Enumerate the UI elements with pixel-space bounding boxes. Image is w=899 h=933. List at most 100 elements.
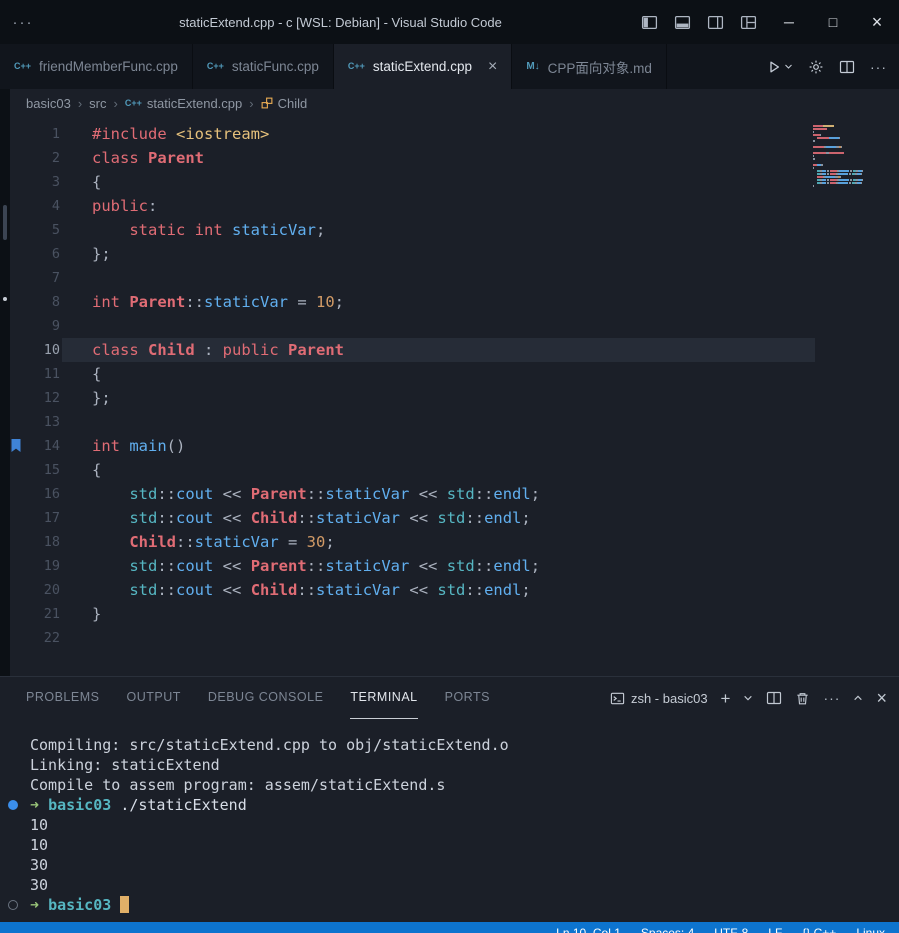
terminal-output-line: Linking: staticExtend — [30, 755, 899, 775]
code-line[interactable]: 7 — [0, 266, 899, 290]
more-actions-icon[interactable]: ··· — [823, 691, 840, 705]
code-line[interactable]: 18 Child::staticVar = 30; — [0, 530, 899, 554]
code-text: int main() — [62, 434, 185, 458]
editor-tab[interactable]: C++ friendMemberFunc.cpp — [0, 44, 193, 89]
code-text: } — [62, 602, 101, 626]
split-terminal-icon[interactable] — [766, 690, 782, 706]
panel-tab-terminal[interactable]: TERMINAL — [350, 677, 417, 719]
panel-tab-ports[interactable]: PORTS — [445, 677, 490, 719]
split-editor-icon[interactable] — [839, 59, 855, 75]
terminal-text: 10 — [30, 836, 48, 854]
code-line[interactable]: 11{ — [0, 362, 899, 386]
panel-tab-output[interactable]: OUTPUT — [126, 677, 180, 719]
tab-label: friendMemberFunc.cpp — [39, 59, 178, 74]
terminal-text: Compiling: src/staticExtend.cpp to obj/s… — [30, 736, 509, 754]
line-number: 14 — [44, 438, 60, 454]
settings-gear-icon[interactable] — [808, 59, 824, 75]
terminal-output-line: 30 — [30, 855, 899, 875]
breadcrumb-item[interactable]: basic03 — [26, 96, 71, 111]
status-item[interactable]: LF — [768, 922, 782, 933]
code-line[interactable]: 9 — [0, 314, 899, 338]
cpp-file-icon: C++ — [14, 62, 31, 71]
line-number: 15 — [44, 462, 60, 478]
toggle-primary-sidebar-icon[interactable] — [641, 14, 658, 31]
minimap[interactable] — [813, 125, 873, 191]
code-line[interactable]: 14int main() — [0, 434, 899, 458]
maximize-button[interactable]: □ — [811, 0, 855, 44]
more-actions-icon[interactable]: ··· — [870, 60, 887, 74]
breadcrumb-item[interactable]: src — [89, 96, 106, 111]
terminal-output-line: Compile to assem program: assem/staticEx… — [30, 775, 899, 795]
code-line[interactable]: 6}; — [0, 242, 899, 266]
terminal-content[interactable]: Compiling: src/staticExtend.cpp to obj/s… — [0, 719, 899, 915]
panel-tab-problems[interactable]: PROBLEMS — [26, 677, 99, 719]
line-number: 16 — [44, 486, 60, 502]
status-item[interactable]: UTF-8 — [714, 922, 748, 933]
code-line[interactable]: 3{ — [0, 170, 899, 194]
terminal-prompt-line: ➜ basic03 ./staticExtend — [30, 795, 899, 815]
code-line[interactable]: 5 static int staticVar; — [0, 218, 899, 242]
line-number: 13 — [44, 414, 60, 430]
close-tab-icon[interactable]: × — [488, 59, 497, 75]
layout-controls — [641, 14, 757, 31]
code-line[interactable]: 12}; — [0, 386, 899, 410]
code-line[interactable]: 8int Parent::staticVar = 10; — [0, 290, 899, 314]
editor-tab-bar: C++friendMemberFunc.cppC++staticFunc.cpp… — [0, 44, 899, 89]
close-window-button[interactable]: × — [855, 0, 899, 44]
breadcrumb-item[interactable]: C++staticExtend.cpp — [125, 96, 242, 111]
kill-terminal-icon[interactable] — [795, 691, 810, 706]
code-text — [62, 314, 92, 338]
toggle-panel-icon[interactable] — [674, 14, 691, 31]
status-item[interactable]: {} C++ — [802, 922, 836, 933]
code-line[interactable]: 13 — [0, 410, 899, 434]
status-item[interactable]: Spaces: 4 — [641, 922, 694, 933]
new-terminal-icon[interactable]: + — [721, 690, 731, 707]
line-number: 4 — [52, 198, 60, 214]
code-line[interactable]: 1#include <iostream> — [0, 122, 899, 146]
line-number: 1 — [52, 126, 60, 142]
launch-profile-chevron-icon[interactable] — [743, 693, 753, 703]
code-line[interactable]: 17 std::cout << Child::staticVar << std:… — [0, 506, 899, 530]
code-line[interactable]: 22 — [0, 626, 899, 650]
code-line[interactable]: 10class Child : public Parent — [0, 338, 899, 362]
terminal-session-label[interactable]: zsh - basic03 — [610, 691, 708, 706]
command-decoration-icon[interactable] — [8, 800, 18, 810]
close-panel-icon[interactable]: × — [876, 689, 887, 707]
customize-layout-icon[interactable] — [740, 14, 757, 31]
code-text: Child::staticVar = 30; — [62, 530, 335, 554]
code-lines: 1#include <iostream>2class Parent3{4publ… — [0, 122, 899, 650]
terminal-text: 30 — [30, 876, 48, 894]
minimize-button[interactable]: ─ — [767, 0, 811, 44]
menu-overflow-icon[interactable]: ··· — [0, 14, 46, 31]
code-text: { — [62, 458, 101, 482]
line-number: 19 — [44, 558, 60, 574]
breadcrumb-separator-icon: › — [114, 96, 118, 111]
tab-label: staticFunc.cpp — [232, 59, 319, 74]
editor-tab[interactable]: C++staticExtend.cpp× — [334, 44, 512, 89]
panel-tab-debug-console[interactable]: DEBUG CONSOLE — [208, 677, 324, 719]
code-line[interactable]: 2class Parent — [0, 146, 899, 170]
status-item[interactable]: Linux — [856, 922, 885, 933]
maximize-panel-icon[interactable] — [853, 693, 863, 703]
code-line[interactable]: 21} — [0, 602, 899, 626]
markdown-file-icon: M↓ — [526, 62, 539, 72]
code-text: int Parent::staticVar = 10; — [62, 290, 344, 314]
command-decoration-icon[interactable] — [8, 900, 18, 910]
status-item[interactable]: Ln 10, Col 1 — [556, 922, 621, 933]
breadcrumb-item[interactable]: Child — [261, 96, 308, 111]
tab-bar-tabs: C++friendMemberFunc.cppC++staticFunc.cpp… — [0, 44, 754, 89]
editor-tab[interactable]: C++staticFunc.cpp — [193, 44, 334, 89]
code-line[interactable]: 19 std::cout << Parent::staticVar << std… — [0, 554, 899, 578]
code-line[interactable]: 20 std::cout << Child::staticVar << std:… — [0, 578, 899, 602]
line-number: 10 — [44, 342, 60, 358]
cpp-file-icon: C++ — [348, 62, 365, 71]
toggle-secondary-sidebar-icon[interactable] — [707, 14, 724, 31]
code-line[interactable]: 16 std::cout << Parent::staticVar << std… — [0, 482, 899, 506]
editor-tab[interactable]: M↓CPP面向对象.md — [512, 44, 667, 89]
code-line[interactable]: 4public: — [0, 194, 899, 218]
line-number: 2 — [52, 150, 60, 166]
code-line[interactable]: 15{ — [0, 458, 899, 482]
prompt-arrow: ➜ — [30, 796, 48, 814]
run-or-debug-button[interactable] — [766, 59, 793, 75]
terminal-text: 10 — [30, 816, 48, 834]
